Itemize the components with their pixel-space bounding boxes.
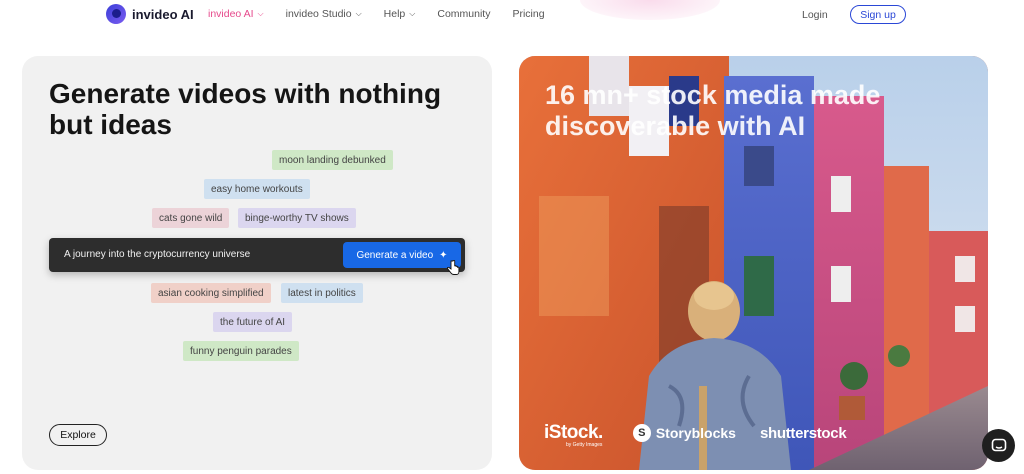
login-link[interactable]: Login — [802, 9, 828, 21]
decorative-glow — [580, 0, 720, 20]
nav-item-label: Pricing — [512, 8, 545, 20]
nav-item-pricing[interactable]: Pricing — [512, 8, 544, 20]
top-navbar: invideo AI invideo AI ⌵ invideo Studio ⌵… — [0, 0, 1024, 30]
card-title: Generate videos with nothing but ideas — [49, 78, 442, 140]
chevron-down-icon: ⌵ — [409, 9, 416, 18]
nav-item-label: Community — [437, 8, 491, 20]
stock-partner-logos: iStock. by Getty Images S Storyblocks sh… — [544, 422, 847, 448]
card-title: 16 mn+ stock media made discoverable wit… — [545, 80, 881, 141]
prompt-chip[interactable]: binge-worthy TV shows — [238, 208, 356, 228]
nav-item-label: Help — [383, 8, 406, 20]
chat-bubble-icon — [991, 438, 1006, 451]
brand-name: invideo AI — [132, 6, 194, 22]
nav-item-label: invideo Studio — [285, 8, 352, 20]
nav-item-invideo-studio[interactable]: invideo Studio ⌵ — [286, 8, 362, 20]
nav-item-community[interactable]: Community — [437, 8, 490, 20]
prompt-chip[interactable]: funny penguin parades — [183, 341, 299, 361]
storyblocks-wordmark: Storyblocks — [655, 425, 736, 441]
generate-video-button[interactable]: Generate a video ✦ — [343, 242, 461, 268]
istock-wordmark: iStock. — [544, 422, 603, 443]
hand-pointer-icon — [447, 260, 460, 275]
istock-logo: iStock. by Getty Images — [544, 422, 603, 448]
chat-support-button[interactable] — [982, 429, 1015, 462]
nav-links: invideo AI ⌵ invideo Studio ⌵ Help ⌵ Com… — [208, 8, 545, 20]
prompt-chip[interactable]: easy home workouts — [204, 179, 310, 199]
istock-subtitle: by Getty Images — [566, 442, 603, 448]
stock-media-card: 16 mn+ stock media made discoverable wit… — [519, 56, 988, 470]
sparkle-icon: ✦ — [439, 249, 448, 261]
prompt-chip[interactable]: the future of AI — [213, 312, 293, 332]
prompt-chip[interactable]: latest in politics — [281, 283, 363, 303]
invideo-logo-icon — [106, 4, 126, 24]
prompt-bar[interactable]: A journey into the cryptocurrency univer… — [49, 238, 465, 272]
shutterstock-logo: shutterstock — [759, 424, 847, 442]
generate-button-label: Generate a video — [356, 249, 434, 261]
prompt-chip[interactable]: cats gone wild — [152, 208, 230, 228]
prompt-chip[interactable]: asian cooking simplified — [151, 283, 271, 303]
generate-videos-card: Generate videos with nothing but ideas m… — [22, 56, 492, 470]
storyblocks-icon: S — [632, 424, 651, 442]
prompt-text: A journey into the cryptocurrency univer… — [64, 249, 251, 260]
explore-button[interactable]: Explore — [49, 424, 107, 446]
brand-logo[interactable]: invideo AI — [106, 4, 194, 24]
signup-button[interactable]: Sign up — [850, 5, 906, 24]
nav-item-invideo-ai[interactable]: invideo AI ⌵ — [208, 8, 264, 20]
storyblocks-logo: S Storyblocks — [632, 424, 736, 442]
nav-item-label: invideo AI — [208, 8, 254, 20]
chevron-down-icon: ⌵ — [257, 9, 264, 18]
chevron-down-icon: ⌵ — [355, 9, 362, 18]
nav-item-help[interactable]: Help ⌵ — [384, 8, 416, 20]
prompt-chip[interactable]: moon landing debunked — [272, 150, 393, 170]
